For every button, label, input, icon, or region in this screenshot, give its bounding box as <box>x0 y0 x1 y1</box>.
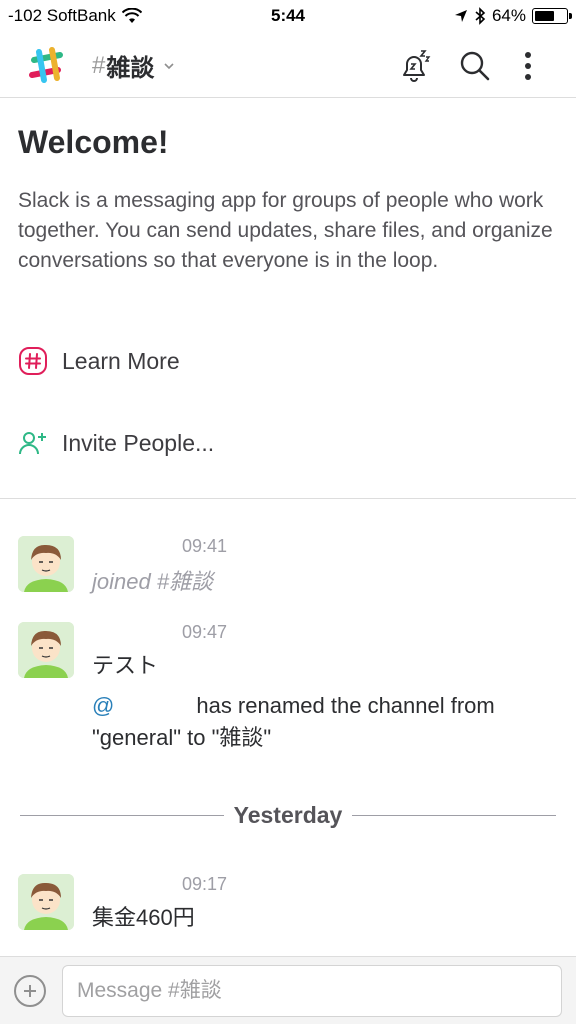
battery-icon <box>532 8 572 24</box>
welcome-panel: Welcome! Slack is a messaging app for gr… <box>0 98 576 499</box>
channel-header: # 雑談 <box>0 34 576 98</box>
chevron-down-icon <box>164 62 174 69</box>
message-text: joined #雑談 <box>92 569 214 594</box>
battery-percent: 64% <box>491 6 526 25</box>
date-divider: Yesterday <box>20 800 557 830</box>
add-attachment-button[interactable] <box>14 975 46 1007</box>
avatar[interactable] <box>18 874 74 930</box>
divider-line <box>352 814 557 816</box>
message-text: 集金460円 <box>92 905 195 930</box>
message-composer <box>0 956 576 1024</box>
invite-people-link[interactable]: Invite People... <box>18 428 214 458</box>
learn-more-label: Learn More <box>62 347 180 374</box>
rename-notice: @ has renamed the channel from "general" … <box>92 690 562 754</box>
divider-line <box>20 814 224 816</box>
user-avatar-icon <box>18 622 74 678</box>
welcome-title: Welcome! <box>18 124 169 160</box>
message-time: 09:41 <box>182 536 228 556</box>
user-mention[interactable]: @ <box>92 693 114 718</box>
date-divider-label: Yesterday <box>233 801 343 828</box>
learn-more-link[interactable]: Learn More <box>18 346 180 376</box>
slack-logo-icon[interactable] <box>22 42 70 90</box>
message-time: 09:47 <box>182 622 228 642</box>
bluetooth-icon <box>475 7 486 25</box>
message-time: 09:17 <box>182 874 228 894</box>
invite-people-label: Invite People... <box>62 429 215 456</box>
bell-snooze-icon <box>403 50 431 82</box>
channel-hash: # <box>92 51 106 79</box>
rename-text: has renamed the channel from "general" t… <box>92 693 495 750</box>
avatar[interactable] <box>18 536 74 592</box>
channel-title[interactable]: # 雑談 <box>92 48 176 83</box>
user-avatar-icon <box>18 536 74 592</box>
status-bar: -102 SoftBank 5:44 64% <box>0 0 576 34</box>
battery-fill <box>535 11 554 21</box>
more-options-button[interactable] <box>508 46 548 86</box>
search-icon <box>460 51 490 81</box>
avatar[interactable] <box>18 622 74 678</box>
slack-hash-icon <box>19 347 47 375</box>
search-button[interactable] <box>455 46 495 86</box>
welcome-description: Slack is a messaging app for groups of p… <box>18 189 553 272</box>
more-vertical-icon <box>525 52 531 80</box>
plus-icon <box>24 985 36 997</box>
location-arrow-icon <box>454 10 467 22</box>
message-text: テスト <box>92 653 159 678</box>
add-user-icon <box>19 432 46 455</box>
snooze-button[interactable] <box>394 46 434 86</box>
channel-name: 雑談 <box>106 55 155 82</box>
user-avatar-icon <box>18 874 74 930</box>
message-input[interactable] <box>62 965 562 1017</box>
status-right: 64% <box>454 6 572 26</box>
